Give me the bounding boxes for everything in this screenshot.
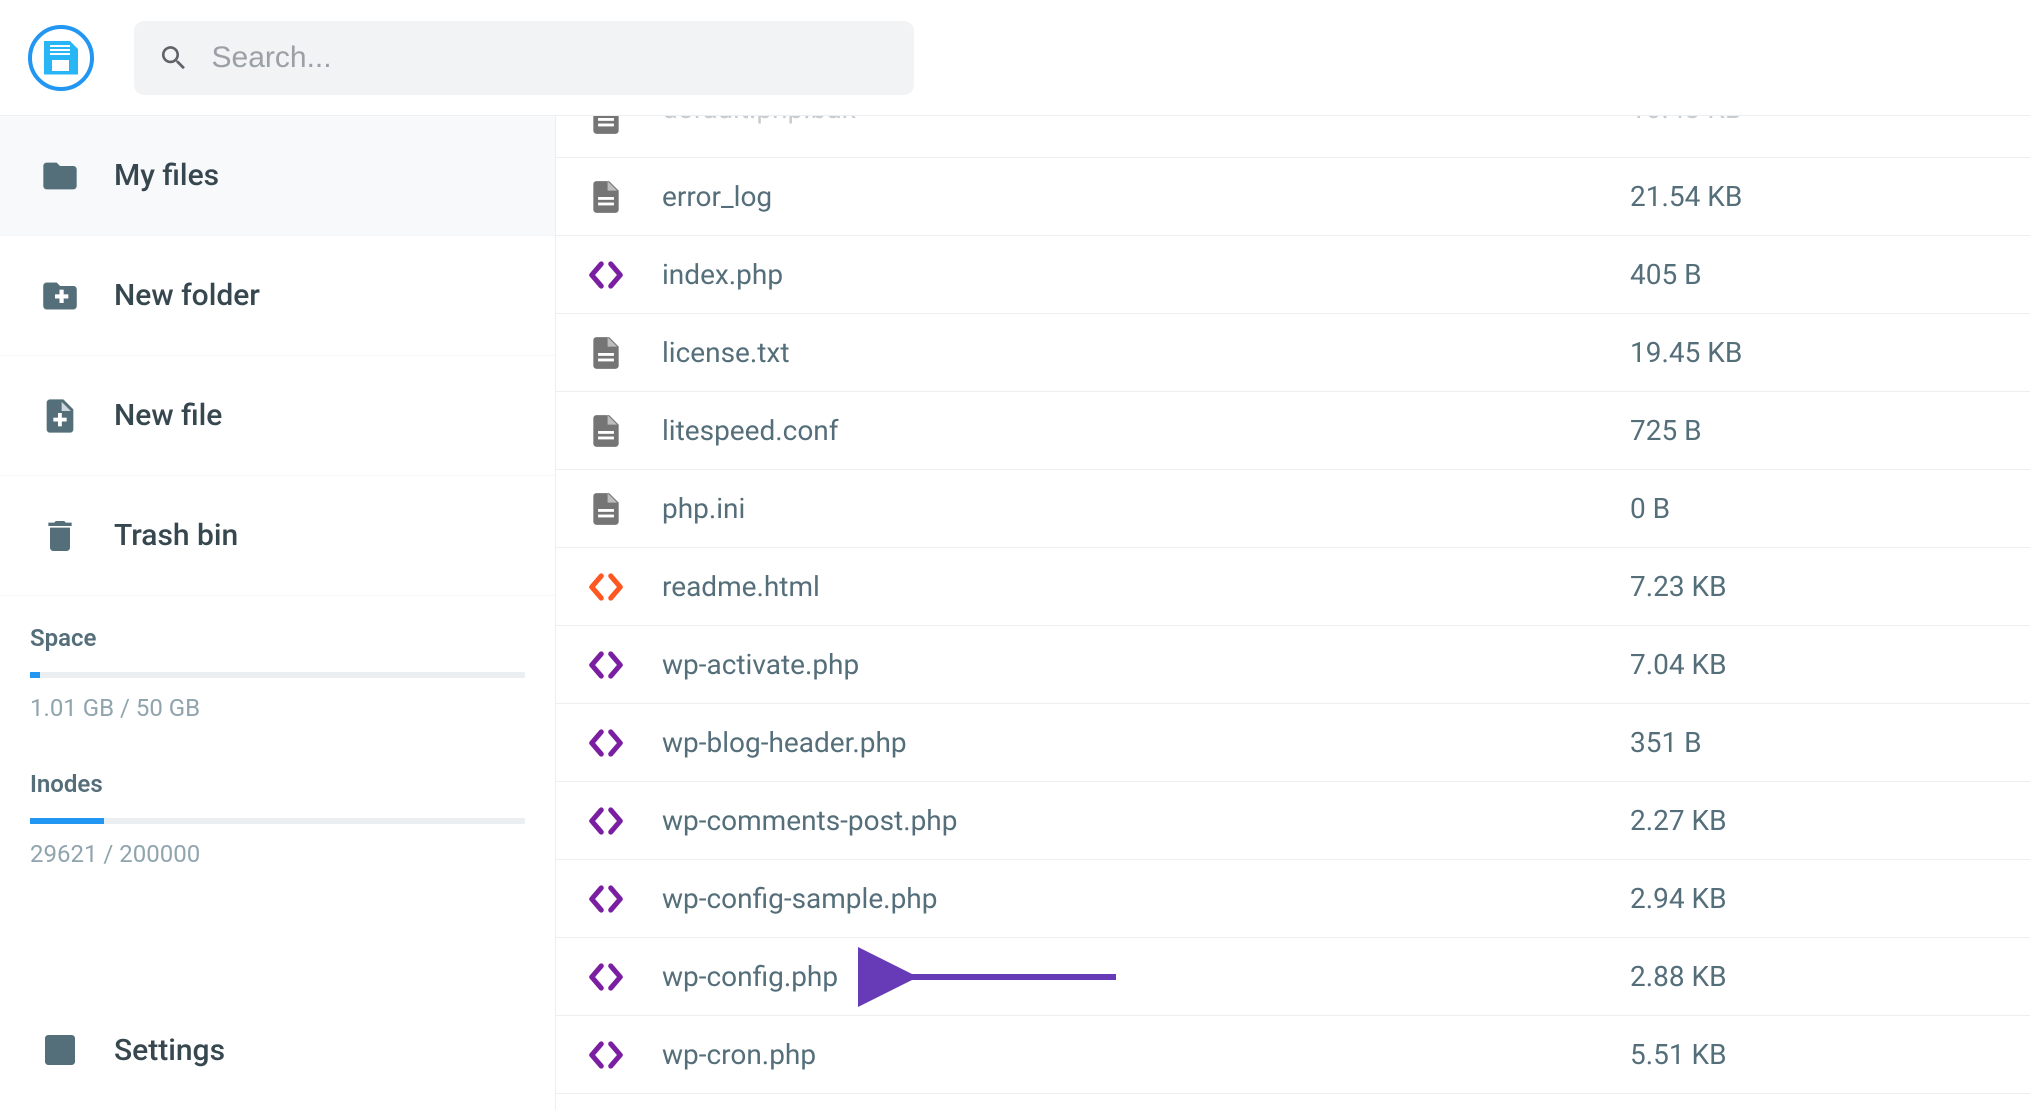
gear-icon	[40, 1030, 80, 1070]
file-row[interactable]: wp-config.php2.88 KB	[556, 938, 2030, 1016]
sidebar-item-label: New folder	[114, 278, 260, 313]
file-row[interactable]: readme.html7.23 KB	[556, 548, 2030, 626]
document-icon	[586, 489, 626, 529]
document-icon	[586, 333, 626, 373]
new-file-icon	[40, 396, 80, 436]
floppy-disk-icon	[44, 41, 78, 75]
sidebar-item-new-file[interactable]: New file	[0, 356, 555, 476]
file-row[interactable]: wp-cron.php5.51 KB	[556, 1016, 2030, 1094]
file-name: php.ini	[662, 492, 1630, 525]
trash-icon	[40, 516, 80, 556]
file-row[interactable]: index.php405 B	[556, 236, 2030, 314]
inodes-usage: Inodes 29621 / 200000	[0, 764, 555, 910]
file-name: wp-cron.php	[662, 1038, 1630, 1071]
file-row[interactable]: wp-activate.php7.04 KB	[556, 626, 2030, 704]
file-name: license.txt	[662, 336, 1630, 369]
file-name: error_log	[662, 180, 1630, 213]
file-size: 10.43 KB	[1630, 116, 2030, 125]
code-icon	[586, 801, 626, 841]
file-name: index.php	[662, 258, 1630, 291]
inodes-text: 29621 / 200000	[30, 840, 525, 868]
space-label: Space	[30, 624, 525, 652]
file-name: wp-comments-post.php	[662, 804, 1630, 837]
code-icon	[586, 567, 626, 607]
file-size: 0 B	[1630, 492, 2030, 525]
sidebar-item-trash[interactable]: Trash bin	[0, 476, 555, 596]
code-icon	[586, 723, 626, 763]
file-name: wp-blog-header.php	[662, 726, 1630, 759]
space-text: 1.01 GB / 50 GB	[30, 694, 525, 722]
code-icon	[586, 1035, 626, 1075]
space-usage: Space 1.01 GB / 50 GB	[0, 596, 555, 764]
header	[0, 0, 2030, 116]
sidebar-item-label: Trash bin	[114, 518, 238, 553]
inodes-label: Inodes	[30, 770, 525, 798]
file-size: 5.51 KB	[1630, 1038, 2030, 1071]
search-box[interactable]	[134, 21, 914, 95]
space-progress-bar	[30, 672, 525, 678]
document-icon	[586, 411, 626, 451]
file-row[interactable]: wp-config-sample.php2.94 KB	[556, 860, 2030, 938]
file-list: default.php.bak10.43 KBerror_log21.54 KB…	[556, 116, 2030, 1094]
file-size: 2.88 KB	[1630, 960, 2030, 993]
file-size: 7.23 KB	[1630, 570, 2030, 603]
sidebar-item-my-files[interactable]: My files	[0, 116, 555, 236]
file-name: default.php.bak	[662, 116, 1630, 125]
file-row[interactable]: wp-comments-post.php2.27 KB	[556, 782, 2030, 860]
app-logo[interactable]	[28, 25, 94, 91]
file-size: 7.04 KB	[1630, 648, 2030, 681]
file-row[interactable]: php.ini0 B	[556, 470, 2030, 548]
folder-icon	[40, 156, 80, 196]
file-name: wp-config-sample.php	[662, 882, 1630, 915]
file-size: 351 B	[1630, 726, 2030, 759]
sidebar-item-label: My files	[114, 158, 219, 193]
document-icon	[586, 177, 626, 217]
file-row[interactable]: wp-blog-header.php351 B	[556, 704, 2030, 782]
code-icon	[586, 957, 626, 997]
file-size: 21.54 KB	[1630, 180, 2030, 213]
file-size: 405 B	[1630, 258, 2030, 291]
file-name: litespeed.conf	[662, 414, 1630, 447]
file-name: readme.html	[662, 570, 1630, 603]
file-row[interactable]: license.txt19.45 KB	[556, 314, 2030, 392]
sidebar-item-label: Settings	[114, 1033, 225, 1068]
file-name: wp-activate.php	[662, 648, 1630, 681]
inodes-progress-bar	[30, 818, 525, 824]
search-input[interactable]	[212, 41, 890, 75]
code-icon	[586, 255, 626, 295]
sidebar-item-new-folder[interactable]: New folder	[0, 236, 555, 356]
sidebar-item-label: New file	[114, 398, 222, 433]
sidebar-item-settings[interactable]: Settings	[0, 990, 555, 1110]
code-icon	[586, 645, 626, 685]
file-size: 2.94 KB	[1630, 882, 2030, 915]
sidebar: My files New folder New file Trash bin S…	[0, 116, 556, 1110]
file-size: 2.27 KB	[1630, 804, 2030, 837]
search-icon	[158, 41, 190, 75]
document-icon	[586, 116, 626, 138]
new-folder-icon	[40, 276, 80, 316]
file-list-panel: default.php.bak10.43 KBerror_log21.54 KB…	[556, 116, 2030, 1110]
file-row[interactable]: default.php.bak10.43 KB	[556, 116, 2030, 158]
file-row[interactable]: litespeed.conf725 B	[556, 392, 2030, 470]
code-icon	[586, 879, 626, 919]
file-size: 19.45 KB	[1630, 336, 2030, 369]
file-name: wp-config.php	[662, 960, 1630, 993]
file-row[interactable]: error_log21.54 KB	[556, 158, 2030, 236]
file-size: 725 B	[1630, 414, 2030, 447]
